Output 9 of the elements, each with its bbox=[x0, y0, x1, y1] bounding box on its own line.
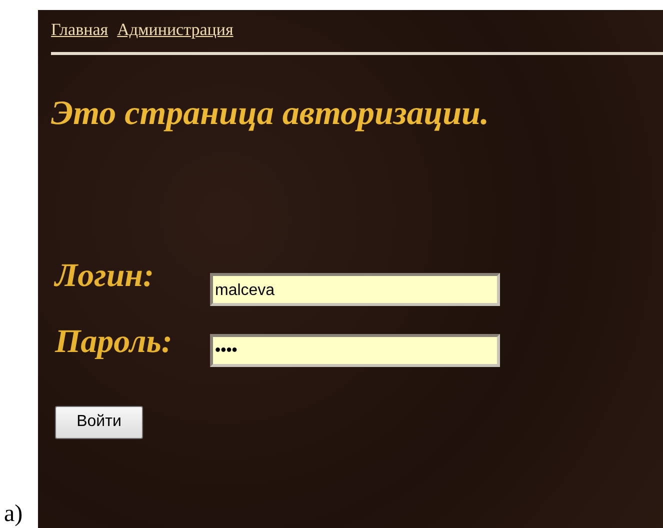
nav-link[interactable]: Администрация bbox=[117, 20, 234, 40]
nav-link[interactable]: Главная bbox=[51, 20, 108, 40]
login-button[interactable]: Войти bbox=[55, 406, 143, 439]
figure-caption: a) bbox=[3, 502, 24, 526]
password-field[interactable]: •••• bbox=[210, 334, 500, 367]
field-label: Логин: bbox=[55, 258, 155, 294]
login-field[interactable]: malceva bbox=[210, 273, 500, 306]
page-heading: Это страница авторизации. bbox=[51, 95, 490, 133]
field-label: Пароль: bbox=[55, 324, 174, 361]
